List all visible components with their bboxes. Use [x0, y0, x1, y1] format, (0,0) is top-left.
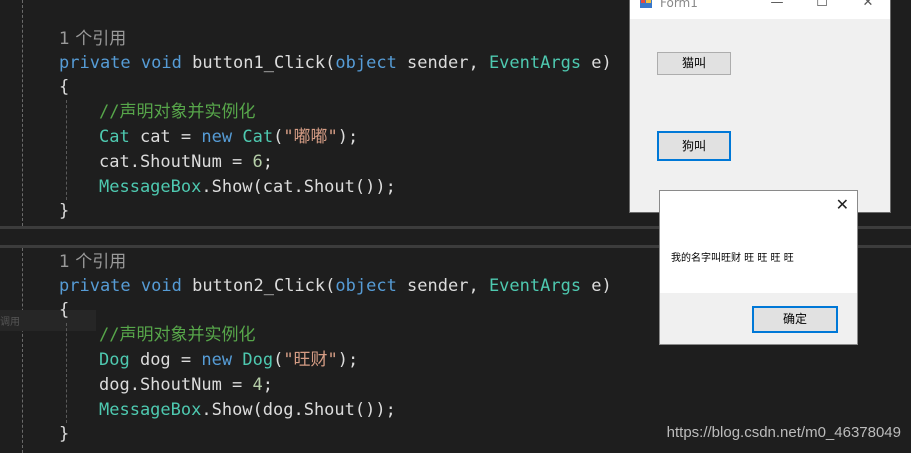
close-icon[interactable]: ✕ [836, 195, 849, 214]
paren: ( [273, 350, 284, 370]
keyword: private void [59, 276, 182, 296]
param-text: sender, [396, 276, 489, 296]
code-line: MessageBox.Show(cat.Shout()); [99, 175, 396, 199]
form-app-icon [640, 0, 652, 8]
keyword: private void [59, 53, 182, 73]
code-text: dog.ShoutNum = [99, 375, 253, 395]
type-name: EventArgs [488, 276, 582, 296]
scope-guide [66, 100, 67, 200]
type-name: MessageBox [99, 400, 202, 420]
indent-guide [22, 248, 23, 453]
keyword: new [201, 350, 233, 370]
line-marker-label: 调用 [0, 317, 20, 328]
keyword: object [335, 276, 397, 296]
code-text: ; [262, 375, 274, 395]
comment-text: //声明对象并实例化 [99, 102, 256, 122]
code-text: .Show(cat.Shout()); [201, 177, 396, 197]
type-name: Dog [99, 350, 130, 370]
comment-text: //声明对象并实例化 [99, 325, 256, 345]
keyword: new [201, 127, 233, 147]
code-text: cat = [129, 127, 202, 147]
code-text: ); [337, 350, 359, 370]
type-name: Cat [242, 127, 274, 147]
code-line: MessageBox.Show(dog.Shout()); [99, 398, 396, 422]
param-text: e) [581, 276, 612, 296]
code-line: Dog dog = new Dog("旺财"); [99, 348, 358, 372]
string-literal: "旺财" [283, 350, 338, 370]
brace-close: } [59, 424, 70, 444]
method-name[interactable]: button2_Click [192, 276, 325, 296]
code-comment: //声明对象并实例化 [99, 100, 255, 124]
code-line: Cat cat = new Cat("嘟嘟"); [99, 125, 358, 149]
cat-button[interactable]: 猫叫 [657, 52, 731, 75]
form1-title: Form1 [660, 0, 698, 10]
code-comment: //声明对象并实例化 [99, 323, 255, 347]
reference-count[interactable]: 1 个引用 [59, 250, 126, 274]
code-text: ; [262, 152, 274, 172]
method-signature-button1: private void button1_Click(object sender… [59, 51, 612, 75]
ok-button[interactable]: 确定 [752, 306, 838, 333]
param-text: e) [581, 53, 612, 73]
code-text: ); [337, 127, 359, 147]
code-line: cat.ShoutNum = 6; [99, 150, 273, 174]
paren: ( [273, 127, 284, 147]
current-line-highlight: 调用 [0, 310, 96, 331]
form1-titlebar[interactable]: Form1 — ☐ ✕ [630, 0, 890, 19]
type-name: Dog [242, 350, 274, 370]
indent-guide [22, 0, 23, 226]
paren: ( [325, 53, 336, 73]
param-text: sender, [396, 53, 489, 73]
scope-guide [66, 323, 67, 423]
dog-button[interactable]: 狗叫 [657, 131, 731, 161]
type-name: MessageBox [99, 177, 202, 197]
reference-count[interactable]: 1 个引用 [59, 27, 126, 51]
dialog-footer: 确定 [660, 293, 857, 344]
method-signature-button2: private void button2_Click(object sender… [59, 274, 612, 298]
number-literal: 4 [252, 375, 263, 395]
message-text: 我的名字叫旺财 旺 旺 旺 旺 [671, 253, 794, 264]
brace-open: { [59, 77, 70, 97]
watermark-url: https://blog.csdn.net/m0_46378049 [666, 424, 901, 441]
code-text: .Show(dog.Shout()); [201, 400, 396, 420]
brace-open: { [59, 300, 70, 320]
maximize-button[interactable]: ☐ [812, 0, 832, 10]
method-name[interactable]: button1_Click [192, 53, 325, 73]
minimize-button[interactable]: — [767, 0, 787, 10]
code-text: cat.ShoutNum = [99, 152, 253, 172]
number-literal: 6 [252, 152, 263, 172]
type-name: Cat [99, 127, 130, 147]
brace-close: } [59, 201, 70, 221]
code-text: dog = [129, 350, 202, 370]
close-button[interactable]: ✕ [858, 0, 878, 10]
keyword: object [335, 53, 397, 73]
string-literal: "嘟嘟" [283, 127, 338, 147]
paren: ( [325, 276, 336, 296]
code-line: dog.ShoutNum = 4; [99, 373, 273, 397]
type-name: EventArgs [488, 53, 582, 73]
message-box-dialog: ✕ 我的名字叫旺财 旺 旺 旺 旺 确定 [659, 190, 858, 345]
form1-window: Form1 — ☐ ✕ 猫叫 狗叫 [629, 0, 891, 213]
